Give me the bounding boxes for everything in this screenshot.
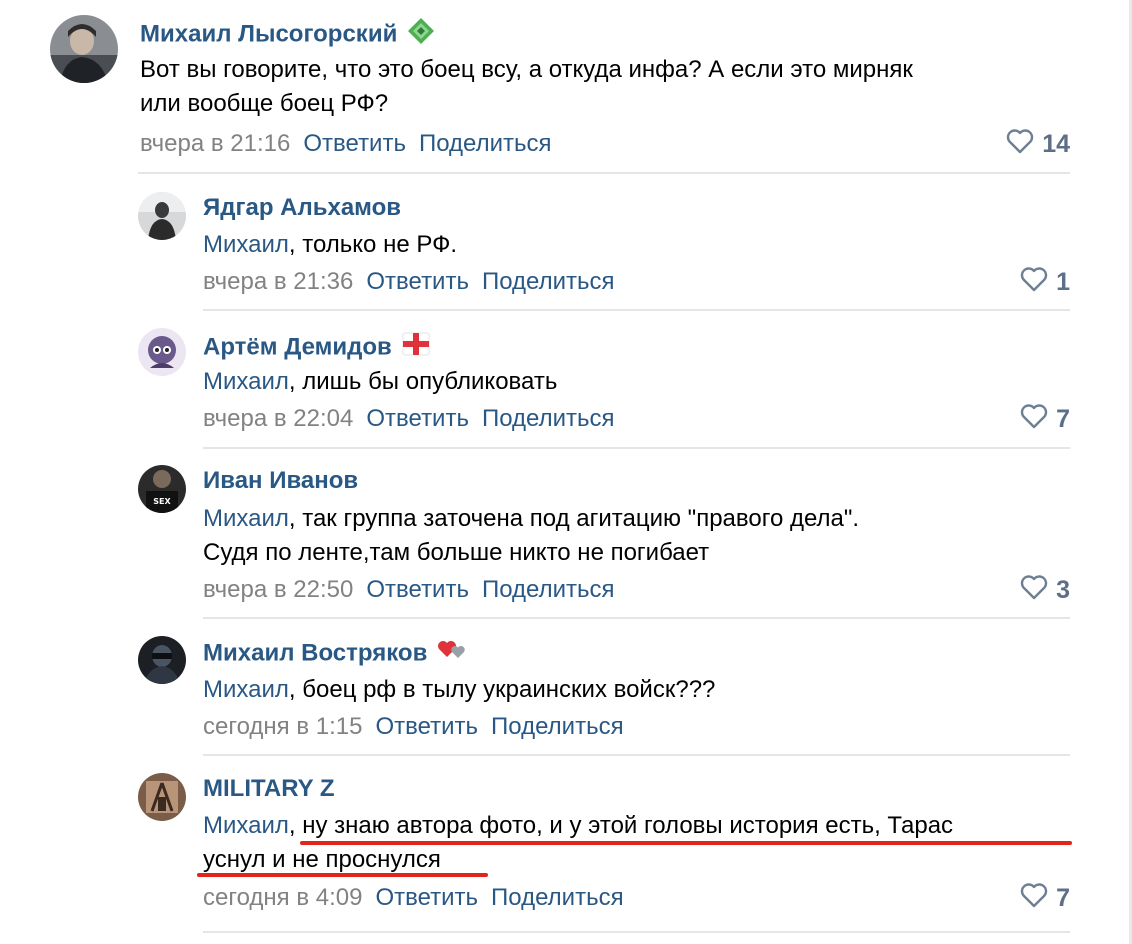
red-underline-line2 (197, 873, 488, 877)
comment-text-line: уснул и не проснулся (203, 846, 441, 873)
heart-icon (1020, 883, 1048, 915)
comment-time[interactable]: вчера в 22:50 (203, 576, 353, 603)
reply-button[interactable]: Ответить (366, 576, 469, 603)
author-name[interactable]: Михаил Лысогорский (140, 20, 397, 47)
comment-time[interactable]: сегодня в 4:09 (203, 884, 362, 911)
heart-icon (1020, 267, 1048, 299)
reply-button[interactable]: Ответить (303, 130, 406, 157)
comment-time[interactable]: вчера в 21:16 (140, 130, 290, 157)
comment-text-line: Вот вы говорите, что это боец всу, а отк… (140, 56, 913, 83)
heart-icon (1020, 404, 1048, 436)
author-name[interactable]: Михаил Востряков (203, 639, 427, 666)
divider (138, 172, 1070, 174)
share-button[interactable]: Поделиться (482, 576, 615, 603)
heart-icon (1006, 129, 1034, 161)
green-diamond-badge-icon (407, 17, 435, 53)
like-count: 1 (1056, 268, 1070, 296)
like-button[interactable]: 1 (1020, 267, 1070, 299)
comment-text: , только не РФ. (288, 231, 457, 258)
like-button[interactable]: 7 (1020, 883, 1070, 915)
like-count: 7 (1056, 405, 1070, 433)
comment-text-line: или вообще боец РФ? (140, 90, 389, 117)
like-button[interactable]: 14 (1006, 129, 1070, 161)
mention-link[interactable]: Михаил (203, 812, 289, 839)
divider (203, 754, 1070, 756)
divider (203, 447, 1070, 449)
author-name[interactable]: Ядгар Альхамов (203, 193, 401, 223)
comment-text: , лишь бы опубликовать (288, 368, 558, 395)
like-count: 3 (1056, 576, 1070, 604)
comment-text: , ну знаю автора фото, и у этой головы и… (288, 812, 954, 839)
heart-icon (1020, 575, 1048, 607)
mention-link[interactable]: Михаил (203, 231, 289, 258)
like-button[interactable]: 7 (1020, 404, 1070, 436)
like-button[interactable]: 3 (1020, 575, 1070, 607)
reply-button[interactable]: Ответить (375, 884, 478, 911)
divider (203, 309, 1070, 311)
reply-button[interactable]: Ответить (366, 405, 469, 432)
share-button[interactable]: Поделиться (491, 713, 624, 740)
comment-text-line: Судя по ленте,там больше никто не погиба… (203, 539, 710, 566)
svg-text:SEX: SEX (153, 497, 171, 506)
reply-button[interactable]: Ответить (375, 713, 478, 740)
like-count: 7 (1056, 884, 1070, 912)
share-button[interactable]: Поделиться (482, 405, 615, 432)
mention-link[interactable]: Михаил (203, 676, 289, 703)
reply-button[interactable]: Ответить (366, 268, 469, 295)
mention-link[interactable]: Михаил (203, 368, 289, 395)
comment-time[interactable]: вчера в 21:36 (203, 268, 353, 295)
avatar[interactable] (138, 773, 186, 821)
comment-text: , так группа заточена под агитацию "прав… (288, 505, 860, 532)
share-button[interactable]: Поделиться (482, 268, 615, 295)
red-cross-flag-badge-icon (402, 330, 430, 366)
author-name[interactable]: MILITARY Z (203, 774, 335, 804)
divider (203, 617, 1070, 619)
share-button[interactable]: Поделиться (419, 130, 552, 157)
avatar[interactable]: SEX (138, 465, 186, 513)
comment-time[interactable]: вчера в 22:04 (203, 405, 353, 432)
divider (203, 931, 1070, 933)
avatar[interactable] (138, 328, 186, 376)
author-name[interactable]: Иван Иванов (203, 466, 358, 496)
avatar[interactable] (138, 192, 186, 240)
share-button[interactable]: Поделиться (491, 884, 624, 911)
hearts-badge-icon (437, 638, 467, 670)
author-name[interactable]: Артём Демидов (203, 333, 392, 360)
comment-time[interactable]: сегодня в 1:15 (203, 713, 362, 740)
avatar[interactable] (138, 636, 186, 684)
like-count: 14 (1042, 130, 1070, 158)
comment-text: , боец рф в тылу украинских войск??? (288, 676, 716, 703)
mention-link[interactable]: Михаил (203, 505, 289, 532)
avatar[interactable] (50, 15, 118, 83)
